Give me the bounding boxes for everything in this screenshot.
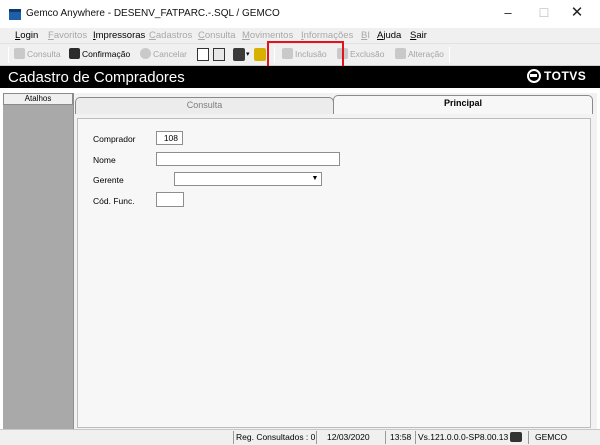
status-divider — [415, 431, 416, 444]
menu-ajuda[interactable]: Ajuda — [377, 30, 401, 41]
app-icon — [9, 9, 21, 20]
codfunc-label: Cód. Func. — [93, 196, 135, 206]
totvs-logo-icon — [527, 69, 541, 83]
status-divider — [316, 431, 317, 444]
chevron-down-icon[interactable]: ▼ — [310, 174, 320, 184]
consulta-button[interactable]: Consulta — [14, 48, 61, 62]
alteracao-button[interactable]: Alteração — [395, 48, 444, 62]
confirmacao-button[interactable]: Confirmação — [69, 48, 130, 62]
toolbar-separator — [449, 47, 450, 63]
copy-document-icon[interactable] — [213, 48, 225, 61]
status-reg-consultados: Reg. Consultados : 0 — [236, 432, 316, 442]
menu-impressoras[interactable]: Impressoras — [93, 30, 145, 41]
shortcuts-panel — [3, 93, 73, 430]
maximize-button[interactable]: ☐ — [530, 4, 558, 24]
printer-icon[interactable] — [233, 48, 245, 61]
close-button[interactable]: ✕ — [563, 4, 591, 24]
minimize-button[interactable]: – — [494, 4, 522, 24]
menu-bi[interactable]: BI — [361, 30, 370, 41]
cancelar-label: Cancelar — [153, 49, 188, 59]
page-title: Cadastro de Compradores — [8, 69, 185, 86]
menu-movimentos[interactable]: Movimentos — [242, 30, 293, 41]
status-divider — [385, 431, 386, 444]
status-divider — [233, 431, 234, 444]
connection-icon — [510, 432, 522, 442]
exclusao-button[interactable]: Exclusão — [337, 48, 385, 62]
status-divider — [528, 431, 529, 444]
menu-login[interactable]: Login — [15, 30, 38, 41]
status-date: 12/03/2020 — [327, 432, 370, 442]
menu-favoritos[interactable]: Favoritos — [48, 30, 87, 41]
nome-input[interactable] — [156, 152, 340, 166]
window-title: Gemco Anywhere - DESENV_FATPARC.-.SQL / … — [26, 8, 280, 19]
alteracao-label: Alteração — [408, 49, 444, 59]
cancelar-button[interactable]: Cancelar — [140, 48, 187, 62]
consulta-label: Consulta — [27, 49, 61, 59]
status-time: 13:58 — [390, 432, 412, 442]
confirmacao-label: Confirmação — [82, 49, 131, 59]
gerente-select[interactable]: ▼ — [174, 172, 322, 186]
comprador-input[interactable]: 108 — [156, 131, 183, 145]
codfunc-input[interactable] — [156, 192, 184, 207]
totvs-logo-text: TOTVS — [544, 69, 587, 83]
gerente-label: Gerente — [93, 175, 124, 185]
save-icon — [69, 48, 80, 59]
nome-label: Nome — [93, 155, 116, 165]
exclusao-label: Exclusão — [350, 49, 385, 59]
totvs-logo: TOTVS — [527, 69, 586, 85]
comprador-label: Comprador — [93, 134, 136, 144]
cancel-icon — [140, 48, 151, 59]
new-document-icon[interactable] — [197, 48, 209, 61]
menu-cadastros[interactable]: Cadastros — [149, 30, 192, 41]
menu-sair[interactable]: Sair — [410, 30, 427, 41]
toolbar-separator — [8, 47, 9, 63]
edit-record-icon — [395, 48, 406, 59]
menu-consulta[interactable]: Consulta — [198, 30, 236, 41]
binoculars-icon — [14, 48, 25, 59]
printer-dropdown-icon[interactable]: ▾ — [246, 48, 252, 61]
atalhos-tab[interactable]: Atalhos — [3, 93, 73, 105]
menu-informacoes[interactable]: Informações — [301, 30, 353, 41]
tab-consulta[interactable]: Consulta — [75, 97, 334, 114]
tab-principal[interactable]: Principal — [333, 95, 593, 114]
key-icon[interactable] — [254, 48, 266, 61]
status-version: Vs.121.0.0.0-SP8.00.13 — [418, 432, 509, 442]
status-company: GEMCO — [535, 432, 568, 442]
